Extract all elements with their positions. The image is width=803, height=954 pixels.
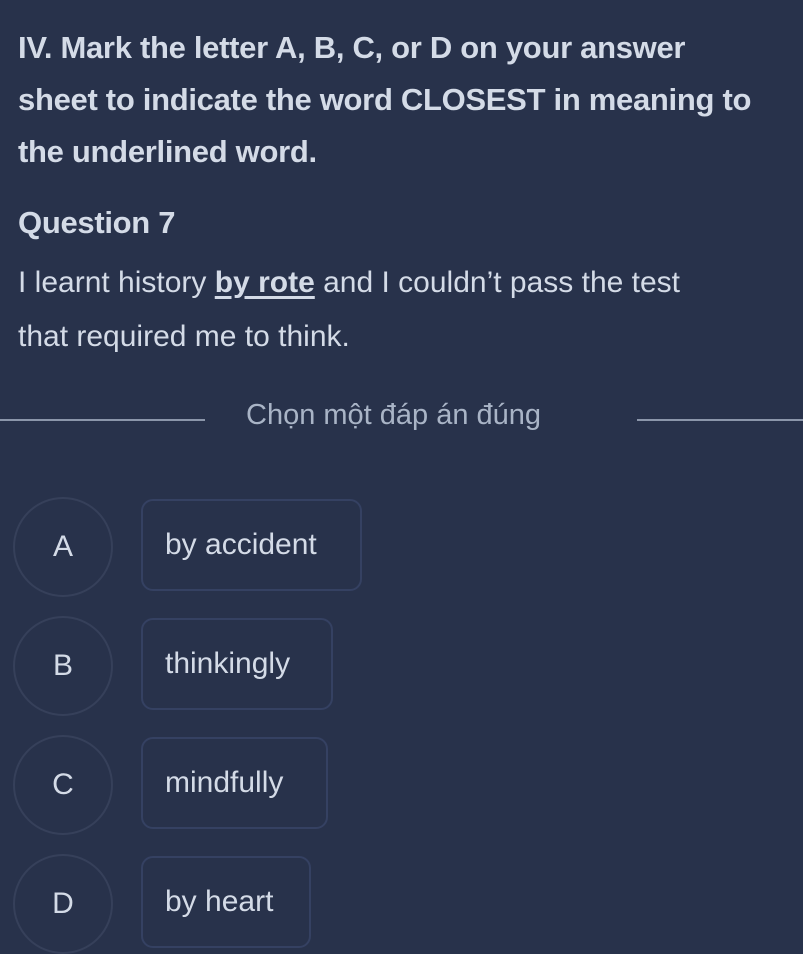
divider-line-right	[637, 419, 803, 421]
instruction-text: IV. Mark the letter A, B, C, or D on you…	[18, 22, 803, 178]
option-a[interactable]: A by accident	[0, 497, 803, 597]
question-text-after: and I couldn’t pass the test	[314, 266, 681, 299]
answer-prompt: Chọn một đáp án đúng	[246, 399, 542, 431]
instruction-line: the underlined word.	[18, 134, 317, 169]
option-letter-a[interactable]: A	[13, 497, 113, 597]
option-d[interactable]: D by heart	[0, 854, 803, 954]
option-b[interactable]: B thinkingly	[0, 616, 803, 716]
option-letter-d[interactable]: D	[13, 854, 113, 954]
question-text-before: I learnt history	[18, 266, 215, 299]
question-title: Question 7	[18, 205, 176, 240]
underlined-word: by rote	[214, 266, 315, 299]
question-line-1: I learnt history by rote and I couldn’t …	[18, 256, 803, 310]
instruction-line: sheet to indicate the word CLOSEST in me…	[18, 82, 752, 117]
option-c[interactable]: C mindfully	[0, 735, 803, 835]
option-answer-b[interactable]: thinkingly	[141, 618, 333, 710]
option-letter-b[interactable]: B	[13, 616, 113, 716]
option-answer-c[interactable]: mindfully	[141, 737, 328, 829]
answer-prompt-divider: Chọn một đáp án đúng	[0, 397, 803, 441]
option-answer-d[interactable]: by heart	[141, 856, 311, 948]
instruction-line: IV. Mark the letter A, B, C, or D on you…	[18, 30, 686, 65]
question-text: I learnt history by rote and I couldn’t …	[18, 256, 803, 364]
option-letter-c[interactable]: C	[13, 735, 113, 835]
option-answer-a[interactable]: by accident	[141, 499, 362, 591]
question-line-2: that required me to think.	[18, 320, 350, 353]
divider-line-left	[0, 419, 205, 421]
